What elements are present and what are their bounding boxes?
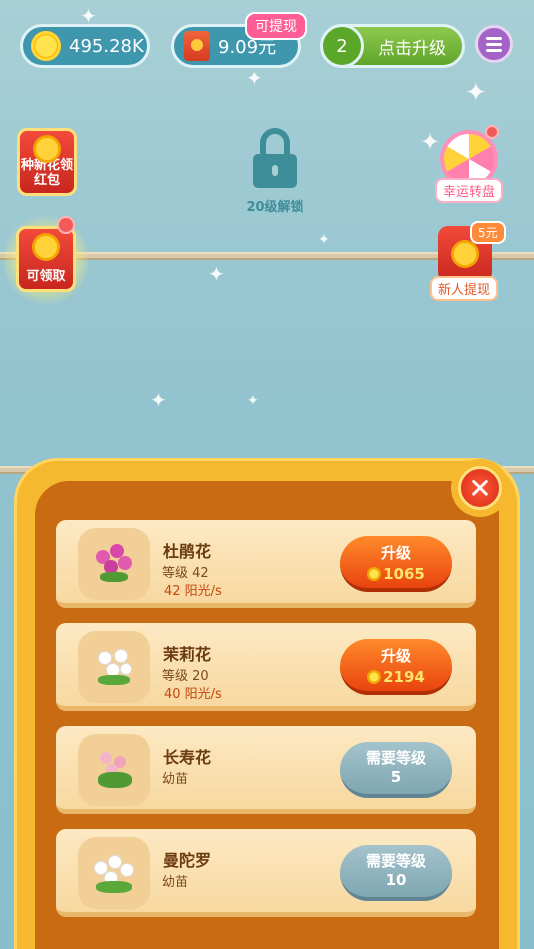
withdraw-badge[interactable]: 可提现 (245, 12, 307, 40)
menu-button[interactable] (475, 25, 513, 63)
sparkle-icon: ✦ (318, 232, 330, 248)
level-required-button[interactable]: 需要等级 10 (340, 845, 452, 901)
level-required-button[interactable]: 需要等级 5 (340, 742, 452, 798)
lock-icon (260, 128, 290, 154)
upgrade-cost: 2194 (383, 668, 425, 686)
sparkle-icon: ✦ (208, 262, 225, 286)
upgrade-label: 点击升级 (378, 38, 446, 59)
jasmine-icon (92, 645, 136, 689)
coin-icon (33, 135, 61, 163)
flower-level: 等级 20 (162, 669, 209, 684)
coin-icon (32, 233, 60, 261)
notification-dot (485, 125, 499, 139)
flower-stage: 幼苗 (162, 875, 189, 890)
close-button[interactable]: ✕ (451, 459, 509, 517)
flower-thumbnail (78, 631, 150, 703)
upgrade-label: 升级 (380, 647, 411, 665)
azalea-icon (92, 542, 136, 586)
upgrade-button[interactable]: 升级 1065 (340, 536, 452, 592)
coin-icon (451, 240, 479, 268)
flower-name: 杜鹃花 (163, 542, 212, 561)
new-user-withdraw-label[interactable]: 新人提现 (430, 276, 499, 301)
sparkle-icon: ✦ (465, 78, 487, 108)
level-number: 2 (320, 24, 364, 68)
level-required-label: 需要等级 (365, 852, 426, 870)
kalanchoe-icon (92, 748, 136, 792)
upgrade-cost: 1065 (383, 565, 425, 583)
flower-rate: 40 阳光/s (164, 687, 222, 702)
sparkle-icon: ✦ (246, 66, 263, 90)
red-envelope-icon (184, 31, 210, 61)
sparkle-icon: ✦ (420, 128, 441, 156)
upgrade-button[interactable]: 升级 2194 (340, 639, 452, 695)
menu-icon (486, 36, 502, 40)
level-required-value: 5 (390, 768, 402, 786)
claim-redpack-button[interactable]: 可领取 (16, 226, 76, 292)
flower-card: 曼陀罗 幼苗 需要等级 10 (56, 829, 476, 917)
datura-icon (92, 851, 136, 895)
flower-card: 杜鹃花 等级 42 42 阳光/s 升级 1065 (56, 520, 476, 608)
flower-card: 茉莉花 等级 20 40 阳光/s 升级 2194 (56, 623, 476, 711)
flower-level: 等级 42 (162, 566, 209, 581)
flower-name: 曼陀罗 (163, 851, 212, 870)
lucky-wheel-label[interactable]: 幸运转盘 (435, 178, 504, 203)
sparkle-icon: ✦ (150, 388, 167, 412)
locked-slot[interactable]: 20级解锁 (240, 128, 310, 215)
sun-icon (367, 670, 382, 684)
upgrade-level-button[interactable]: 2 点击升级 (320, 24, 465, 68)
level-required-label: 需要等级 (365, 749, 426, 767)
flower-thumbnail (78, 528, 150, 600)
flower-name: 长寿花 (163, 748, 212, 767)
sun-icon (31, 31, 61, 61)
sun-amount: 495.28K (69, 35, 144, 57)
close-icon: ✕ (458, 466, 502, 510)
new-user-reward-badge: 5元 (470, 221, 506, 244)
flower-thumbnail (78, 734, 150, 806)
unlock-level-label: 20级解锁 (246, 200, 304, 215)
sun-balance: 495.28K (20, 24, 150, 68)
upgrade-label: 升级 (380, 544, 411, 562)
notification-dot (57, 216, 75, 234)
flower-thumbnail (78, 837, 150, 909)
plant-flower-redpack-button[interactable]: 种新花领红包 (17, 128, 77, 196)
sun-icon (367, 567, 382, 581)
flower-name: 茉莉花 (163, 645, 212, 664)
sparkle-icon: ✦ (247, 393, 259, 409)
flower-stage: 幼苗 (162, 772, 189, 787)
claim-label: 可领取 (26, 269, 66, 284)
level-required-value: 10 (385, 871, 407, 889)
flower-card: 长寿花 幼苗 需要等级 5 (56, 726, 476, 814)
flower-rate: 42 阳光/s (164, 584, 222, 599)
